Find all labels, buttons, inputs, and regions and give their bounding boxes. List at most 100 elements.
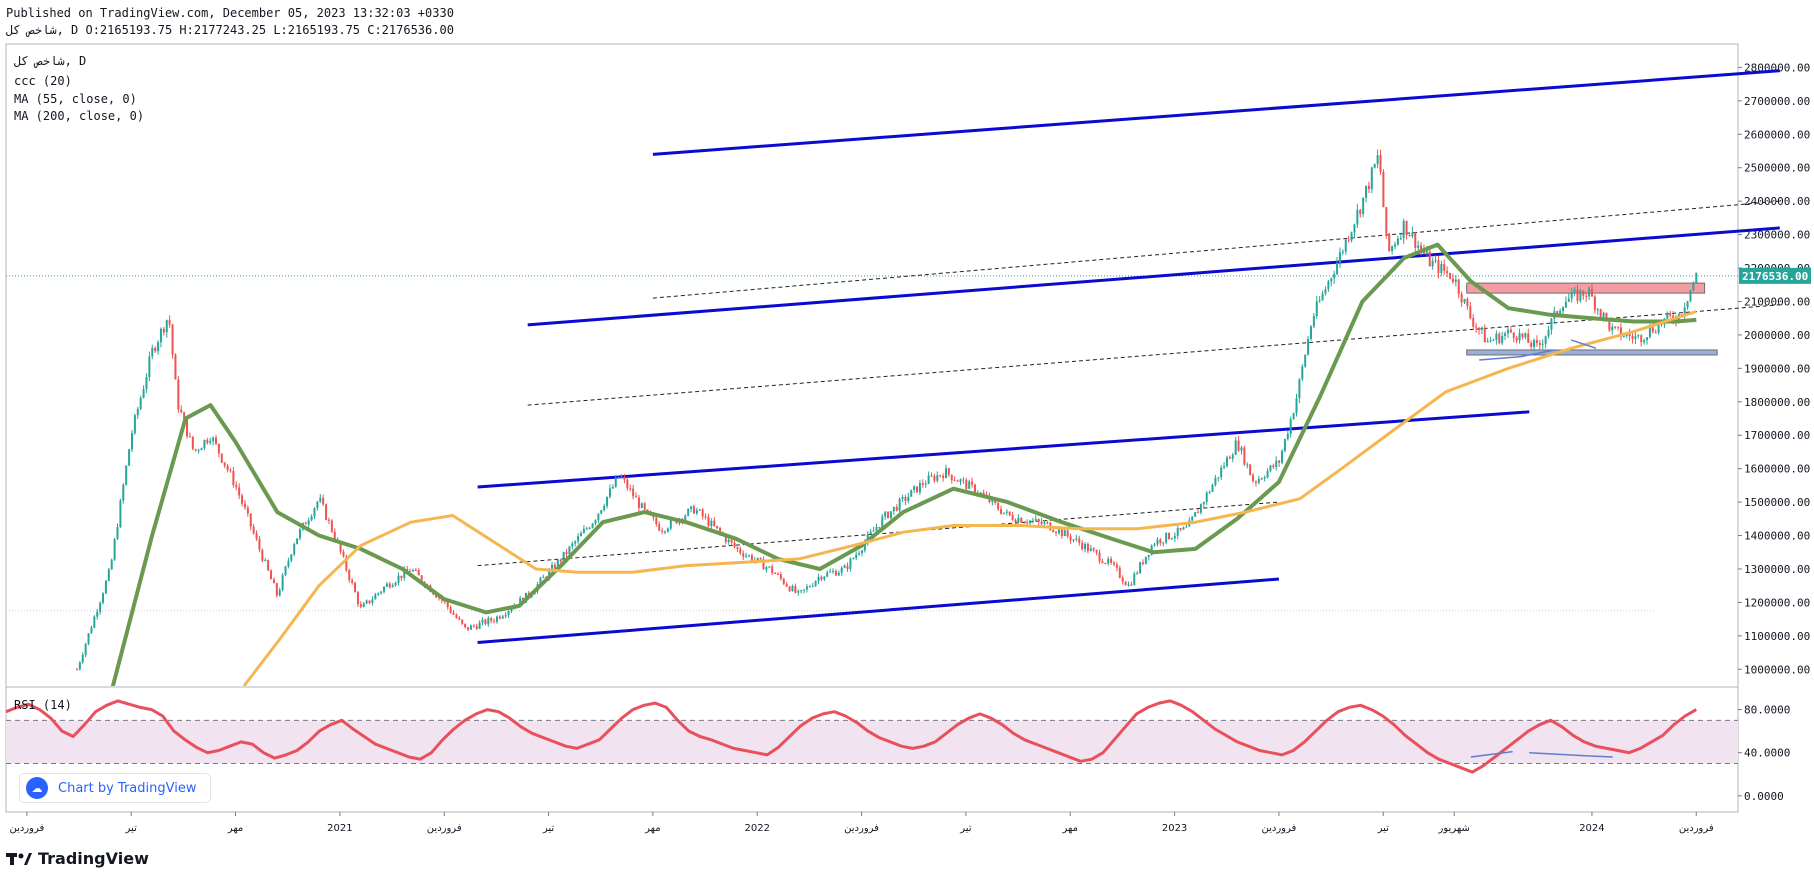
candle: [997, 502, 1000, 510]
candle: [93, 616, 96, 628]
candle: [1176, 528, 1179, 536]
candle: [1133, 573, 1136, 586]
candle: [1550, 318, 1553, 330]
candle: [481, 619, 484, 623]
candle: [1634, 336, 1637, 339]
candle: [1379, 155, 1382, 172]
candle: [110, 559, 113, 570]
candle: [75, 669, 78, 671]
candle: [351, 580, 354, 583]
ma200-line: [242, 310, 1697, 686]
legend-symbol[interactable]: شاخص کل, D: [14, 54, 86, 68]
legend-ma200[interactable]: MA (200, close, 0): [14, 109, 144, 123]
candle: [1327, 281, 1330, 290]
candle: [1127, 584, 1130, 586]
cloud-icon: ☁: [26, 777, 48, 799]
legend-ma55[interactable]: MA (55, close, 0): [14, 92, 137, 106]
candle: [130, 433, 133, 450]
candle: [330, 520, 333, 532]
candle: [571, 543, 574, 547]
candle: [1289, 419, 1292, 434]
candle: [858, 553, 861, 555]
candle: [1396, 238, 1399, 245]
legend-item-2[interactable]: ccc (20): [14, 74, 72, 88]
candle: [1223, 466, 1226, 468]
candle: [1373, 164, 1376, 168]
footer-brand[interactable]: TradingView: [6, 849, 149, 868]
candle: [640, 503, 643, 508]
candle: [840, 567, 843, 573]
candle: [1370, 167, 1373, 190]
candle: [1185, 526, 1188, 528]
main-pane: [75, 149, 1698, 686]
candle: [1466, 298, 1469, 307]
y-tick-label: 1500000.00: [1744, 496, 1810, 509]
candle: [1005, 511, 1008, 513]
candle: [1263, 477, 1266, 479]
candle: [733, 542, 736, 548]
candle: [136, 408, 139, 416]
candle: [1228, 457, 1231, 459]
candle: [1399, 238, 1402, 240]
candle: [342, 551, 345, 557]
candle: [1457, 279, 1460, 294]
candle: [501, 616, 504, 619]
candle: [944, 468, 947, 479]
candle: [272, 579, 275, 584]
candle: [458, 618, 461, 620]
candle: [1336, 262, 1339, 275]
candle: [895, 506, 898, 511]
x-tick-label: شهریور: [1438, 823, 1470, 834]
candle: [1596, 309, 1599, 311]
candle: [739, 548, 742, 554]
candle: [1579, 290, 1582, 301]
candle: [1072, 539, 1075, 541]
candle: [1110, 558, 1113, 563]
candle: [1588, 288, 1591, 297]
candle: [695, 510, 698, 514]
candle: [391, 585, 394, 588]
chart-canvas[interactable]: 2800000.002700000.002600000.002500000.00…: [0, 0, 1814, 875]
candle: [1599, 309, 1602, 317]
candle: [1333, 274, 1336, 279]
candle: [1564, 301, 1567, 308]
candle: [655, 517, 658, 525]
ma55-line: [110, 242, 1697, 686]
candle: [579, 533, 582, 537]
candle: [206, 439, 209, 443]
candle: [81, 654, 84, 663]
candle: [1254, 481, 1257, 483]
candle: [1347, 239, 1350, 241]
candle: [869, 531, 872, 535]
x-tick-label: مهر: [644, 823, 660, 834]
candle: [736, 547, 739, 549]
candle: [194, 449, 197, 451]
chart-by-badge[interactable]: ☁ Chart by TradingView: [20, 774, 210, 802]
candle: [200, 448, 203, 451]
candle: [293, 544, 296, 555]
candle: [971, 481, 974, 485]
candle: [745, 555, 748, 557]
candle: [388, 583, 391, 588]
rsi-band: [6, 720, 1738, 764]
candle: [165, 320, 168, 333]
candle: [96, 611, 99, 617]
candle: [394, 582, 397, 586]
candle: [467, 627, 470, 630]
candle: [1489, 340, 1492, 342]
candle: [469, 625, 472, 630]
candle: [701, 509, 704, 517]
candle: [1480, 327, 1483, 330]
plot-frame: [5, 43, 1739, 813]
candle: [411, 569, 414, 572]
candle: [258, 539, 261, 550]
candle: [180, 409, 183, 413]
candle: [1402, 220, 1405, 239]
candle: [1121, 577, 1124, 582]
candle: [785, 584, 788, 587]
y-tick-label: 2700000.00: [1744, 95, 1810, 108]
candle: [310, 516, 313, 521]
legend-rsi[interactable]: RSI (14): [14, 698, 72, 712]
x-tick-label: تیر: [542, 823, 555, 834]
candle: [727, 539, 730, 543]
